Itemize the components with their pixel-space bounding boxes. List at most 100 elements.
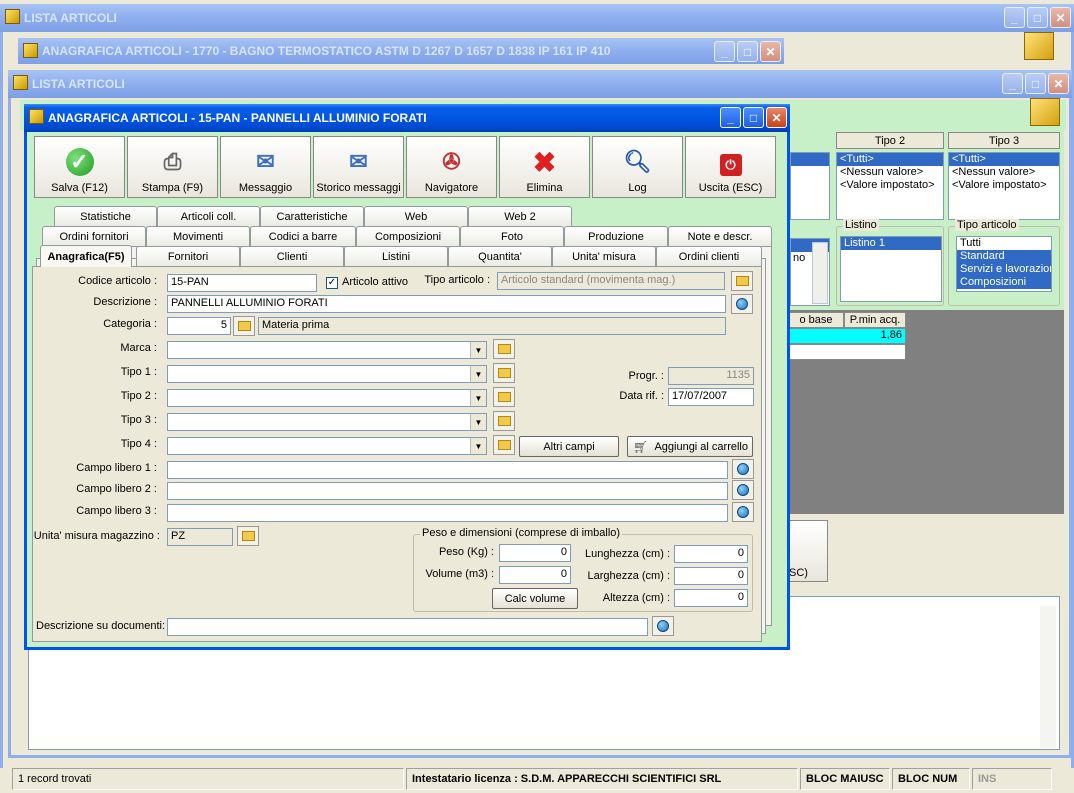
minimize-icon[interactable]: _ [720,107,741,128]
message-button[interactable]: ✉ Messaggio [220,136,311,198]
maximize-icon[interactable]: □ [743,107,764,128]
list-item[interactable]: Tutti [957,237,1051,250]
tab-articoli-coll[interactable]: Articoli coll. [157,206,260,226]
altri-campi-button[interactable]: Altri campi [519,436,619,457]
tipo2-select[interactable]: ▼ [167,389,487,407]
folder-icon[interactable] [233,316,255,336]
close-icon[interactable]: ✕ [1050,7,1071,28]
tab-produzione[interactable]: Produzione [564,226,668,246]
bg-window2-titlebar[interactable]: ANAGRAFICA ARTICOLI - 1770 - BAGNO TERMO… [18,38,784,64]
descrizione-input[interactable]: PANNELLI ALLUMINIO FORATI [167,295,726,313]
codice-input[interactable]: 15-PAN [167,274,317,292]
desc-doc-input[interactable] [167,618,648,636]
larghezza-input[interactable]: 0 [674,567,748,585]
list-item[interactable]: Standard [957,250,1051,263]
list-item[interactable]: <Nessun valore> [837,166,943,179]
close-icon[interactable]: ✕ [760,41,781,62]
tab-clienti[interactable]: Clienti [240,246,344,266]
campo2-input[interactable] [167,482,728,500]
folder-icon[interactable] [493,363,515,383]
list-item[interactable]: <Nessun valore> [949,166,1059,179]
bg-partial-button[interactable]: SC) [788,520,828,582]
minimize-icon[interactable]: _ [1002,73,1023,94]
chevron-down-icon[interactable]: ▼ [470,438,486,454]
tab-unita-misura[interactable]: Unita' misura [552,246,656,266]
maximize-icon[interactable]: □ [1027,7,1048,28]
list-item[interactable]: <Valore impostato> [837,179,943,192]
tipo3-select[interactable]: ▼ [167,413,487,431]
categoria-input[interactable]: 5 [167,317,231,335]
marca-select[interactable]: ▼ [167,341,487,359]
folder-icon[interactable] [493,435,515,455]
folder-icon[interactable] [237,526,259,546]
print-button[interactable]: ⎙ Stampa (F9) [127,136,218,198]
main-titlebar[interactable]: ANAGRAFICA ARTICOLI - 15-PAN - PANNELLI … [24,104,790,132]
list-item[interactable]: Servizi e lavorazioni [957,263,1051,276]
altezza-input[interactable]: 0 [674,589,748,607]
folder-icon[interactable] [493,387,515,407]
aggiungi-carrello-button[interactable]: 🛒︎ Aggiungi al carrello [627,436,753,457]
tab-composizioni[interactable]: Composizioni [356,226,460,246]
lunghezza-input[interactable]: 0 [674,545,748,563]
volume-input[interactable]: 0 [499,566,571,584]
scrollbar[interactable] [812,242,828,304]
calc-volume-button[interactable]: Calc volume [492,588,578,609]
globe-icon[interactable] [652,616,674,636]
chevron-down-icon[interactable]: ▼ [470,414,486,430]
globe-icon[interactable] [732,459,754,479]
tab-ordini-clienti[interactable]: Ordini clienti [656,246,762,266]
navigator-button[interactable]: ✇ Navigatore [406,136,497,198]
list-item[interactable]: <Tutti> [949,153,1059,166]
list-item[interactable]: Listino 1 [841,237,941,250]
folder-icon[interactable] [493,339,515,359]
data-input[interactable]: 17/07/2007 [668,388,754,406]
tab-listini[interactable]: Listini [344,246,448,266]
tab-note-descr[interactable]: Note e descr. [668,226,772,246]
chevron-down-icon[interactable]: ▼ [470,366,486,382]
tipo4-select[interactable]: ▼ [167,437,487,455]
tab-anagrafica[interactable]: Anagrafica(F5) [40,245,132,267]
tab-statistiche[interactable]: Statistiche [54,206,157,226]
chevron-down-icon[interactable]: ▼ [470,390,486,406]
maximize-icon[interactable]: □ [737,41,758,62]
tab-web2[interactable]: Web 2 [468,206,572,226]
message-history-button[interactable]: ✉ Storico messaggi [313,136,404,198]
tipo1-select[interactable]: ▼ [167,365,487,383]
bg-window3-titlebar[interactable]: LISTA ARTICOLI _ □ ✕ [8,70,1072,98]
tipo3-list[interactable]: <Tutti> <Nessun valore> <Valore impostat… [948,152,1060,220]
tab-fornitori[interactable]: Fornitori [136,246,240,266]
listino-list[interactable]: Listino 1 [840,236,942,302]
globe-icon[interactable] [731,294,753,314]
globe-icon[interactable] [732,480,754,500]
delete-button[interactable]: ✖ Elimina [499,136,590,198]
tab-ordini-fornitori[interactable]: Ordini fornitori [42,226,146,246]
tab-caratteristiche[interactable]: Caratteristiche [260,206,364,226]
list-item[interactable]: <Tutti> [837,153,943,166]
minimize-icon[interactable]: _ [714,41,735,62]
globe-icon[interactable] [732,502,754,522]
folder-icon[interactable] [731,271,753,291]
attivo-checkbox[interactable]: ✓ [326,277,338,289]
bg-window1-titlebar[interactable]: LISTA ARTICOLI _ □ ✕ [0,4,1074,32]
scrollbar[interactable] [1040,606,1056,748]
tipo2-list[interactable]: <Tutti> <Nessun valore> <Valore impostat… [836,152,944,220]
close-icon[interactable]: ✕ [1048,73,1069,94]
tab-foto[interactable]: Foto [460,226,564,246]
list-item[interactable]: <Valore impostato> [949,179,1059,192]
close-icon[interactable]: ✕ [766,107,787,128]
peso-input[interactable]: 0 [499,544,571,562]
save-button[interactable]: ✓ Salva (F12) [34,136,125,198]
tipo-articolo-list[interactable]: Tutti Standard Servizi e lavorazioni Com… [956,236,1052,292]
chevron-down-icon[interactable]: ▼ [470,342,486,358]
campo1-input[interactable] [167,461,728,479]
tab-movimenti[interactable]: Movimenti [146,226,250,246]
list-item[interactable]: Composizioni [957,276,1051,289]
campo3-input[interactable] [167,504,728,522]
log-button[interactable]: 🔍︎ Log [592,136,683,198]
tab-web[interactable]: Web [364,206,468,226]
maximize-icon[interactable]: □ [1025,73,1046,94]
folder-icon[interactable] [493,411,515,431]
exit-button[interactable]: ⏻ Uscita (ESC) [685,136,776,198]
tab-quantita[interactable]: Quantita' [448,246,552,266]
minimize-icon[interactable]: _ [1004,7,1025,28]
